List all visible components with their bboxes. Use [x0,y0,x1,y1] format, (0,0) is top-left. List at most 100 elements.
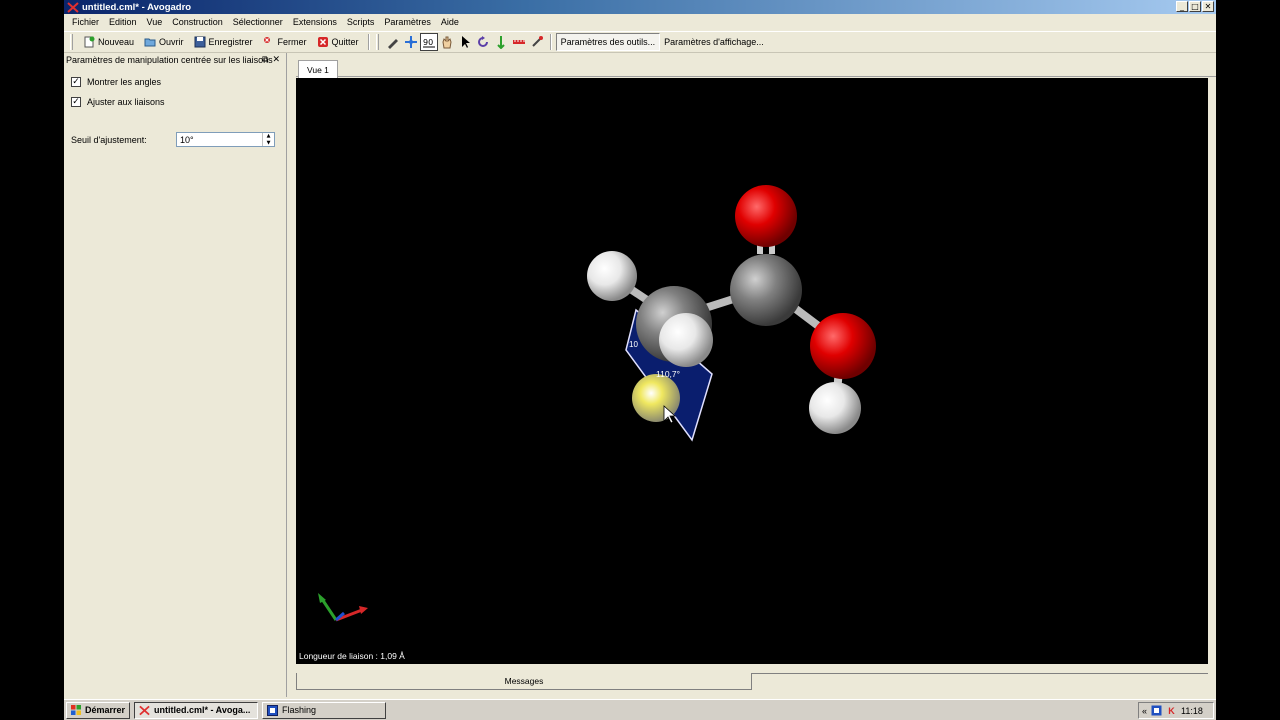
new-file-icon [83,36,95,48]
avogadro-task-icon [139,705,150,715]
taskbar-flashing[interactable]: Flashing [262,701,386,719]
menu-bar: Fichier Edition Vue Construction Sélecti… [64,15,1216,29]
spin-arrows: ▲ ▼ [262,133,274,146]
show-angles-checkbox[interactable]: ✓ [71,77,81,87]
close-file-button-label: Fermer [277,37,307,47]
draw-tool-pencil-icon[interactable] [384,33,402,51]
toolbar-grip-2[interactable] [375,34,379,50]
toolbar-separator [367,34,370,50]
messages-tab[interactable]: Messages [296,673,752,690]
menu-aide[interactable]: Aide [436,17,464,27]
messages-border [752,673,1208,674]
close-file-icon [263,36,275,48]
taskbar-avogadro-label: untitled.cml* - Avoga... [154,705,251,715]
atom-hydrogen-2[interactable] [659,313,713,367]
axes-indicator-icon [318,593,368,622]
atom-oxygen-1[interactable] [735,185,797,247]
snap-threshold-value: 10° [180,134,194,145]
menu-construction[interactable]: Construction [167,17,228,27]
dock-title: Paramètres de manipulation centrée sur l… [66,55,273,65]
dock-controls: ⧉ ✕ [262,54,280,65]
atom-hydrogen-1[interactable] [587,251,637,301]
molecule-viewport[interactable]: 110,7° 10 Longueur de liaison : 1,09 Å [296,78,1208,664]
bond-centric-tool-icon[interactable]: 90 [419,33,438,51]
show-angles-label: Montrer les angles [87,77,162,87]
tray-k-icon[interactable]: K [1166,705,1177,716]
dock-float-icon[interactable]: ⧉ [262,54,268,65]
spin-down-icon[interactable]: ▼ [263,140,274,147]
menu-edition[interactable]: Edition [104,17,142,27]
taskbar-avogadro[interactable]: untitled.cml* - Avoga... [134,701,258,719]
quit-button-label: Quitter [331,37,359,47]
autoopt-icon[interactable] [528,33,546,51]
quit-button[interactable]: Quitter [312,33,364,51]
atom-carbon-2[interactable] [730,254,802,326]
open-button[interactable]: Ouvrir [139,33,189,51]
quit-icon [317,36,329,48]
tray-app-icon[interactable] [1151,705,1162,716]
menu-parametres[interactable]: Paramètres [379,17,436,27]
show-angles-row[interactable]: ✓ Montrer les angles [71,77,161,87]
toolbar-grip[interactable] [70,34,73,50]
new-button-label: Nouveau [98,37,135,47]
avogadro-window: untitled.cml* - Avogadro _ □ ✕ Fichier E… [64,0,1216,720]
window-title: untitled.cml* - Avogadro [82,1,192,13]
save-disk-icon [194,36,206,48]
snap-threshold-label: Seuil d'ajustement: [71,134,147,145]
snap-to-bonds-row[interactable]: ✓ Ajuster aux liaisons [71,97,165,107]
start-button[interactable]: Démarrer [66,701,130,719]
menu-extensions[interactable]: Extensions [288,17,342,27]
save-button[interactable]: Enregistrer [189,33,258,51]
manipulate-hand-icon[interactable] [438,33,456,51]
system-tray: « K 11:18 [1138,702,1214,719]
tray-clock: 11:18 [1181,705,1203,716]
angle-label-main: 110,7° [656,369,680,379]
start-label: Démarrer [85,705,126,715]
title-bar[interactable]: untitled.cml* - Avogadro _ □ ✕ [64,0,1216,14]
menu-selectionner[interactable]: Sélectionner [228,17,288,27]
dock-close-icon[interactable]: ✕ [272,54,280,65]
new-button[interactable]: Nouveau [78,33,139,51]
snap-threshold-spinbox[interactable]: 10° ▲ ▼ [176,132,275,147]
window-controls: _ □ ✕ [1176,1,1214,12]
snap-to-bonds-checkbox[interactable]: ✓ [71,97,81,107]
open-button-label: Ouvrir [159,37,184,47]
maximize-button[interactable]: □ [1189,1,1201,12]
menu-fichier[interactable]: Fichier [67,17,104,27]
tab-vue-1[interactable]: Vue 1 [298,60,338,78]
windows-logo-icon [71,705,81,715]
main-toolbar: Nouveau Ouvrir Enregistrer Fermer Quitte… [64,31,1216,53]
taskbar: Démarrer untitled.cml* - Avoga... Flashi… [64,699,1216,720]
svg-text:90: 90 [423,38,433,47]
flashing-task-icon [267,704,278,716]
tool-settings-button[interactable]: Paramètres des outils... [555,33,661,51]
rotate-icon[interactable] [474,33,492,51]
select-arrow-icon[interactable] [456,33,474,51]
atoms [587,185,876,434]
close-button[interactable]: ✕ [1202,1,1214,12]
minimize-button[interactable]: _ [1176,1,1188,12]
atom-oxygen-2[interactable] [810,313,876,379]
bond-length-status: Longueur de liaison : 1,09 Å [299,651,405,661]
close-file-button[interactable]: Fermer [258,33,312,51]
tool-settings-dock: Paramètres de manipulation centrée sur l… [64,53,287,697]
display-settings-button[interactable]: Paramètres d'affichage... [660,33,768,51]
snap-to-bonds-label: Ajuster aux liaisons [87,97,165,107]
navigate-tool-icon[interactable] [402,33,420,51]
avogadro-app-icon [67,1,79,13]
view-tab-bar: Vue 1 [296,60,1216,78]
menu-scripts[interactable]: Scripts [342,17,380,27]
save-button-label: Enregistrer [208,37,253,47]
dock-title-bar[interactable]: Paramètres de manipulation centrée sur l… [64,53,286,67]
snap-threshold-row: Seuil d'ajustement: 10° ▲ ▼ [71,132,275,147]
molecule-render: 110,7° 10 [318,185,876,622]
atom-hydrogen-3[interactable] [809,382,861,434]
menu-vue[interactable]: Vue [142,17,168,27]
measure-icon[interactable] [510,33,528,51]
tray-expand-chevron[interactable]: « [1142,706,1147,716]
toolbar-separator-2 [549,34,552,50]
taskbar-flashing-label: Flashing [282,705,317,715]
align-icon[interactable] [492,33,510,51]
angle-label-partial: 10 [629,340,638,349]
folder-open-icon [144,36,156,48]
